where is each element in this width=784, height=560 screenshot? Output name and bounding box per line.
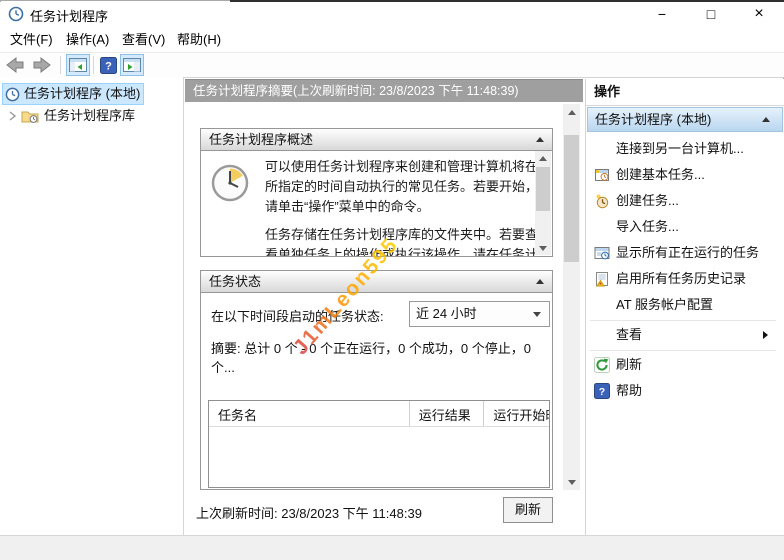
task-status-title: 任务状态 xyxy=(209,274,261,289)
forward-button[interactable] xyxy=(31,54,53,76)
submenu-arrow-icon xyxy=(763,331,768,339)
separator xyxy=(590,350,776,351)
tree-item-label: 任务计划程序 (本地) xyxy=(24,84,140,104)
actions-panel-title: 操作 xyxy=(586,79,784,106)
toolbar-separator xyxy=(60,56,61,74)
action-item-import-task[interactable]: 导入任务... xyxy=(590,214,782,240)
scroll-down-icon[interactable] xyxy=(535,241,551,255)
tree-item-label: 任务计划程序库 xyxy=(44,106,135,126)
clock-icon xyxy=(5,87,20,102)
summary-scrollbar[interactable] xyxy=(563,104,580,490)
task-status-table: 任务名 运行结果 运行开始时 xyxy=(208,400,550,488)
history-icon xyxy=(590,271,616,287)
actions-panel: 操作 任务计划程序 (本地) 连接到另一台计算机... 创建基本任务... xyxy=(585,79,784,535)
minimize-button[interactable]: − xyxy=(645,4,679,24)
running-tasks-icon xyxy=(590,245,616,261)
chevron-down-icon xyxy=(533,312,541,317)
menu-item-file[interactable]: 文件(F) xyxy=(4,30,59,50)
maximize-button[interactable]: □ xyxy=(694,4,728,24)
menu-bar: 文件(F) 操作(A) 查看(V) 帮助(H) xyxy=(0,26,784,53)
action-pane-icon xyxy=(123,57,141,73)
console-tree-panel: 任务计划程序 (本地) 任务计划程序库 xyxy=(0,77,184,535)
no-icon xyxy=(590,141,616,157)
action-item-connect-computer[interactable]: 连接到另一台计算机... xyxy=(590,136,782,162)
column-header-task-name[interactable]: 任务名 xyxy=(209,401,409,426)
menu-item-action[interactable]: 操作(A) xyxy=(60,30,115,50)
create-task-icon xyxy=(590,193,616,209)
action-item-create-task[interactable]: 创建任务... xyxy=(590,188,782,214)
action-item-show-running-tasks[interactable]: 显示所有正在运行的任务 xyxy=(590,240,782,266)
status-bar xyxy=(0,535,784,560)
period-dropdown[interactable]: 近 24 小时 xyxy=(409,301,550,327)
svg-text:?: ? xyxy=(105,60,112,72)
refresh-icon xyxy=(590,357,616,373)
no-icon xyxy=(590,327,616,343)
toolbar: ? xyxy=(0,53,784,78)
actions-group-header[interactable]: 任务计划程序 (本地) xyxy=(587,107,783,132)
task-scheduler-window: 任务计划程序 − □ × 文件(F) 操作(A) 查看(V) 帮助(H) xyxy=(0,0,784,560)
tree-item-task-scheduler-local[interactable]: 任务计划程序 (本地) xyxy=(2,83,144,105)
action-item-help[interactable]: ? 帮助 xyxy=(590,378,782,404)
app-clock-icon xyxy=(8,6,24,22)
collapse-icon[interactable] xyxy=(536,137,544,142)
separator xyxy=(590,320,776,321)
back-button[interactable] xyxy=(4,54,26,76)
toolbar-separator xyxy=(93,56,94,74)
help-icon: ? xyxy=(100,57,117,74)
overview-text: 可以使用任务计划程序来创建和管理计算机将在所指定的时间自动执行的常见任务。若要开… xyxy=(265,157,549,257)
overview-section-body: 可以使用任务计划程序来创建和管理计算机将在所指定的时间自动执行的常见任务。若要开… xyxy=(200,151,553,257)
overview-title: 任务计划程序概述 xyxy=(209,132,313,147)
scroll-up-icon[interactable] xyxy=(563,104,580,120)
back-arrow-icon xyxy=(4,55,26,75)
overview-clock-icon xyxy=(210,163,250,206)
action-item-view[interactable]: 查看 xyxy=(590,322,782,348)
close-button[interactable]: × xyxy=(742,4,776,24)
svg-text:?: ? xyxy=(599,386,605,398)
forward-arrow-icon xyxy=(31,55,53,75)
console-tree-toggle-button[interactable] xyxy=(66,54,90,76)
no-icon xyxy=(590,297,616,313)
title-bar: 任务计划程序 − □ × xyxy=(0,2,784,26)
action-item-enable-task-history[interactable]: 启用所有任务历史记录 xyxy=(590,266,782,292)
column-header-run-start-time[interactable]: 运行开始时 xyxy=(483,401,549,426)
task-status-section-body: 在以下时间段启动的任务状态: 近 24 小时 摘要: 总计 0 个 - 0 个正… xyxy=(200,293,553,490)
action-pane-toggle-button[interactable] xyxy=(120,54,144,76)
table-header-row: 任务名 运行结果 运行开始时 xyxy=(209,401,549,427)
expander-chevron-icon[interactable] xyxy=(6,109,18,123)
scrollbar-thumb[interactable] xyxy=(564,135,579,262)
collapse-icon[interactable] xyxy=(762,117,770,122)
overview-paragraph-1: 可以使用任务计划程序来创建和管理计算机将在所指定的时间自动执行的常见任务。若要开… xyxy=(265,157,549,217)
overview-scrollbar[interactable] xyxy=(535,151,551,255)
scroll-down-icon[interactable] xyxy=(563,474,580,490)
menu-item-view[interactable]: 查看(V) xyxy=(116,30,171,50)
tree-item-task-scheduler-library[interactable]: 任务计划程序库 xyxy=(2,106,177,126)
overview-paragraph-2: 任务存储在任务计划程序库的文件夹中。若要查看单独任务上的操作或执行该操作，请在任… xyxy=(265,225,549,257)
column-header-run-result[interactable]: 运行结果 xyxy=(409,401,484,426)
scroll-up-icon[interactable] xyxy=(535,151,551,165)
refresh-button[interactable]: 刷新 xyxy=(503,497,553,523)
no-icon xyxy=(590,219,616,235)
toolbar-help-button[interactable]: ? xyxy=(97,54,119,76)
period-value: 近 24 小时 xyxy=(416,306,477,321)
last-refresh-text: 上次刷新时间: 23/8/2023 下午 11:48:39 xyxy=(196,503,422,522)
basic-task-icon xyxy=(590,167,616,183)
action-item-refresh[interactable]: 刷新 xyxy=(590,352,782,378)
action-item-at-service-account[interactable]: AT 服务帐户配置 xyxy=(590,292,782,318)
menu-item-help[interactable]: 帮助(H) xyxy=(171,30,227,50)
summary-header: 任务计划程序摘要(上次刷新时间: 23/8/2023 下午 11:48:39) xyxy=(185,79,583,102)
window-title: 任务计划程序 xyxy=(30,6,108,25)
console-tree-icon xyxy=(69,57,87,73)
collapse-icon[interactable] xyxy=(536,279,544,284)
help-icon: ? xyxy=(590,383,616,399)
scrollbar-thumb[interactable] xyxy=(536,167,550,211)
task-library-folder-icon xyxy=(21,109,39,124)
action-item-create-basic-task[interactable]: 创建基本任务... xyxy=(590,162,782,188)
summary-panel: 任务计划程序摘要(上次刷新时间: 23/8/2023 下午 11:48:39) … xyxy=(185,79,583,535)
actions-group-title: 任务计划程序 (本地) xyxy=(595,112,711,127)
period-label: 在以下时间段启动的任务状态: xyxy=(211,306,384,325)
status-summary-line: 摘要: 总计 0 个 - 0 个正在运行，0 个成功，0 个停止，0 个... xyxy=(211,338,552,376)
overview-section-header[interactable]: 任务计划程序概述 xyxy=(200,128,553,151)
task-status-section-header[interactable]: 任务状态 xyxy=(200,270,553,293)
